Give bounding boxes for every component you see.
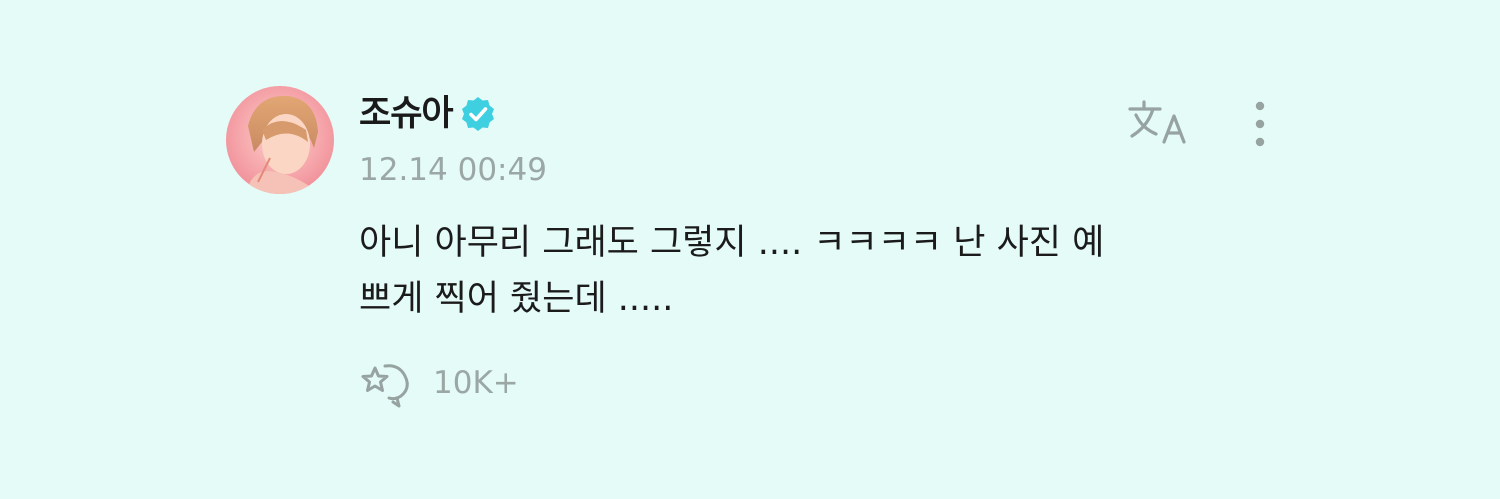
star-reaction-icon bbox=[359, 358, 415, 408]
more-vertical-icon bbox=[1255, 101, 1265, 147]
message-text: 아니 아무리 그래도 그렇지 .... ㅋㅋㅋㅋ 난 사진 예 쁘게 찍어 줬는… bbox=[359, 223, 1105, 319]
avatar-photo bbox=[226, 86, 334, 194]
reaction-count: 10K+ bbox=[433, 365, 519, 401]
verified-badge-icon bbox=[459, 95, 497, 133]
timestamp: 12.14 00:49 bbox=[359, 152, 547, 188]
author-row: 조슈아 bbox=[359, 88, 497, 140]
reaction-button[interactable]: 10K+ bbox=[359, 356, 519, 410]
more-options-button[interactable] bbox=[1242, 96, 1278, 154]
author-name[interactable]: 조슈아 bbox=[359, 88, 454, 140]
translate-icon bbox=[1128, 100, 1186, 144]
avatar[interactable] bbox=[226, 86, 334, 194]
translate-button[interactable] bbox=[1126, 96, 1192, 150]
post-card: 조슈아 12.14 00:49 아니 아무리 그래도 그렇지 .... ㅋㅋㅋㅋ… bbox=[0, 0, 1500, 499]
